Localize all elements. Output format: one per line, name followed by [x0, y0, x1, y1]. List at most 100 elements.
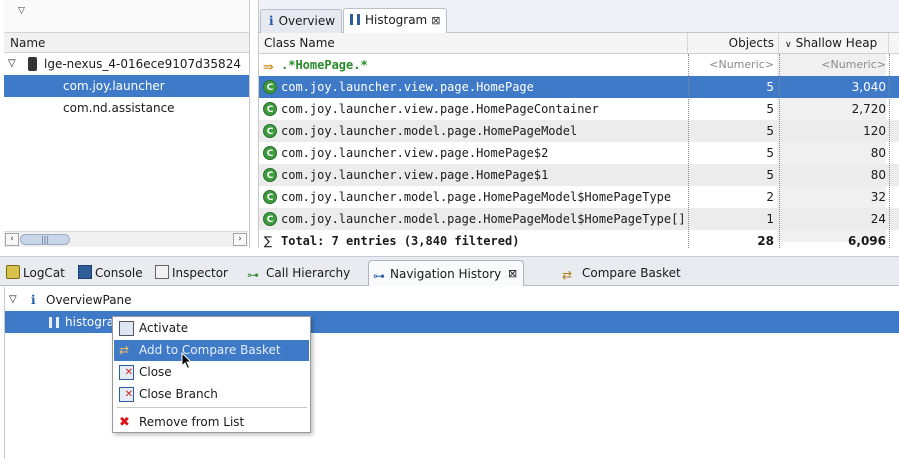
class-name-cell: com.joy.launcher.model.page.HomePageMode…	[281, 124, 578, 138]
objects-cell: 2	[766, 190, 774, 204]
class-name-cell: com.joy.launcher.view.page.HomePage$1	[281, 168, 549, 182]
tab-compare-basket[interactable]: ⇄ Compare Basket	[558, 260, 685, 286]
process-label: com.nd.assistance	[63, 101, 175, 115]
table-row[interactable]: C com.joy.launcher.model.page.HomePageMo…	[259, 120, 899, 142]
tab-call-hierarchy[interactable]: ⊶ Call Hierarchy	[243, 260, 354, 286]
table-row[interactable]: C com.joy.launcher.view.page.HomePageCon…	[259, 98, 899, 120]
activate-icon	[119, 321, 134, 336]
objects-cell: 1	[766, 212, 774, 226]
tab-console[interactable]: Console	[74, 260, 147, 286]
tab-overview[interactable]: i Overview	[260, 9, 343, 33]
horizontal-scrollbar[interactable]: ‹ ||| ›	[4, 231, 248, 247]
call-hierarchy-icon: ⊶	[247, 268, 259, 282]
sum-icon: ∑	[264, 234, 273, 248]
shallow-heap-cell: 32	[870, 190, 886, 204]
menu-item-activate[interactable]: Activate	[114, 318, 309, 339]
menu-label: Close Branch	[139, 387, 218, 401]
device-label: lge-nexus_4-016ece9107d35824	[44, 57, 241, 71]
total-row: ∑ Total: 7 entries (3,840 filtered) 28 6…	[259, 230, 899, 248]
menu-item-remove-from-list[interactable]: ✖ Remove from List	[114, 412, 309, 433]
phone-icon	[28, 57, 37, 71]
close-icon[interactable]: ⊠	[431, 14, 440, 27]
objects-cell: 5	[766, 102, 774, 116]
table-row[interactable]: C com.joy.launcher.view.page.HomePage$2 …	[259, 142, 899, 164]
table-row[interactable]: C com.joy.launcher.view.page.HomePage$1 …	[259, 164, 899, 186]
scroll-left-icon[interactable]: ‹	[5, 233, 19, 246]
class-name-cell: com.joy.launcher.model.page.HomePageMode…	[281, 190, 672, 204]
navigation-history-icon: ⊶	[373, 269, 385, 283]
objects-cell: 5	[766, 80, 774, 94]
collapse-icon[interactable]: ▽	[8, 53, 16, 75]
tab-inspector[interactable]: Inspector	[151, 260, 232, 286]
scroll-right-icon[interactable]: ›	[233, 233, 247, 246]
table-row[interactable]: C com.joy.launcher.model.page.HomePageMo…	[259, 186, 899, 208]
process-row[interactable]: com.joy.launcher	[4, 75, 249, 97]
shallow-heap-label: Shallow Heap	[795, 36, 878, 50]
column-divider	[779, 54, 780, 248]
device-row[interactable]: ▽ lge-nexus_4-016ece9107d35824	[4, 53, 249, 75]
info-icon: i	[269, 14, 274, 28]
close-icon[interactable]: ⊠	[508, 261, 517, 287]
scrollbar-thumb[interactable]: |||	[20, 234, 70, 245]
process-row[interactable]: com.nd.assistance	[4, 97, 249, 119]
class-icon: C	[263, 102, 277, 116]
close-branch-icon: ✕	[119, 387, 134, 402]
tab-label: Histogram	[365, 13, 428, 27]
class-filter-input[interactable]: .*HomePage.*	[281, 54, 368, 76]
inspector-icon	[155, 265, 169, 279]
menu-label: Activate	[139, 321, 189, 335]
menu-label: Close	[139, 365, 172, 379]
column-divider	[688, 54, 689, 248]
objects-filter-input[interactable]: <Numeric>	[709, 54, 774, 76]
view-menu-icon[interactable]: ▽	[18, 6, 25, 16]
shallow-heap-header[interactable]: ∨ Shallow Heap	[779, 33, 889, 54]
column-divider	[889, 54, 890, 248]
shallow-heap-cell: 80	[870, 146, 886, 160]
history-root-row[interactable]: ▽ i OverviewPane	[5, 289, 899, 311]
tab-logcat[interactable]: LogCat	[2, 260, 69, 286]
collapse-icon[interactable]: ▽	[9, 289, 17, 311]
shallow-heap-cell: 3,040	[851, 80, 886, 94]
context-menu: Activate ⇄ Add to Compare Basket ✕ Close…	[112, 316, 311, 433]
histogram-editor: i Overview Histogram ⊠ Class Name Objects …	[258, 0, 899, 248]
histogram-icon	[49, 317, 59, 328]
table-row[interactable]: C com.joy.launcher.model.page.HomePageMo…	[259, 208, 899, 230]
filter-row[interactable]: ⇛ .*HomePage.* <Numeric> <Numeric>	[259, 54, 899, 76]
objects-cell: 5	[766, 168, 774, 182]
tab-label: Overview	[278, 14, 336, 28]
device-panel: ▽ Name ▽ lge-nexus_4-016ece9107d35824 co…	[4, 0, 250, 248]
menu-item-close[interactable]: ✕ Close	[114, 362, 309, 383]
view-tab-bar: LogCat Console Inspector ⊶ Call Hierarchy…	[0, 256, 899, 286]
total-objects: 28	[757, 234, 774, 248]
class-name-cell: com.joy.launcher.view.page.HomePageConta…	[281, 102, 599, 116]
tab-label: Console	[95, 266, 143, 280]
info-icon: i	[31, 293, 36, 307]
tab-navigation-history[interactable]: ⊶ Navigation History ⊠	[368, 260, 525, 287]
class-icon: C	[263, 168, 277, 182]
history-root-label: OverviewPane	[46, 293, 132, 307]
histogram-header: Class Name Objects ∨ Shallow Heap	[259, 33, 899, 54]
objects-cell: 5	[766, 124, 774, 138]
compare-basket-icon: ⇄	[562, 268, 573, 282]
class-icon: C	[263, 124, 277, 138]
menu-item-add-to-compare-basket[interactable]: ⇄ Add to Compare Basket	[114, 340, 309, 361]
objects-header[interactable]: Objects	[688, 33, 779, 54]
menu-label: Remove from List	[139, 415, 245, 429]
shallow-heap-cell: 120	[863, 124, 886, 138]
class-icon: C	[263, 190, 277, 204]
class-icon: C	[263, 80, 277, 94]
class-name-header[interactable]: Class Name	[259, 33, 688, 54]
close-icon: ✕	[119, 365, 134, 380]
class-name-cell: com.joy.launcher.view.page.HomePage	[281, 80, 534, 94]
sort-desc-icon: ∨	[785, 40, 792, 50]
tab-histogram[interactable]: Histogram ⊠	[343, 8, 448, 33]
class-name-cell: com.joy.launcher.model.page.HomePageMode…	[281, 212, 686, 226]
name-column-header[interactable]: Name	[4, 33, 249, 53]
menu-item-close-branch[interactable]: ✕ Close Branch	[114, 384, 309, 405]
logcat-icon	[6, 265, 20, 279]
table-row[interactable]: C com.joy.launcher.view.page.HomePage 5 …	[259, 76, 899, 98]
compare-basket-icon: ⇄	[119, 343, 130, 357]
total-heap: 6,096	[848, 234, 886, 248]
class-name-cell: com.joy.launcher.view.page.HomePage$2	[281, 146, 549, 160]
shallow-filter-input[interactable]: <Numeric>	[821, 54, 886, 76]
